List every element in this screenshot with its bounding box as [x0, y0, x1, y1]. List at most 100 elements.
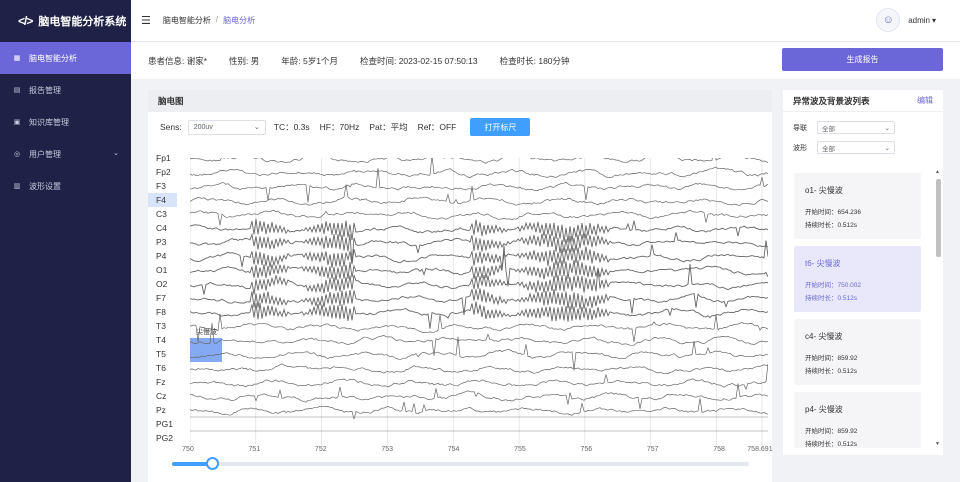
- x-tick-label: 754: [447, 446, 460, 453]
- channel-label[interactable]: P3: [148, 235, 188, 249]
- exam-time: 检查时间: 2023-02-15 07:50:13: [359, 55, 478, 66]
- abnormal-wave-card[interactable]: o1- 尖慢波 开始时间：654.236 持续时长：0.512s: [794, 173, 921, 239]
- user-menu[interactable]: ☺ admin ▾: [876, 8, 936, 32]
- breadcrumb-item-home[interactable]: 脑电智能分析: [163, 15, 211, 26]
- lead-filter: 导联 全部 ⌄: [793, 121, 895, 134]
- app-logo[interactable]: </> 脑电智能分析系统: [0, 0, 131, 42]
- card-duration: 持续时长：0.512s: [805, 222, 858, 229]
- open-ruler-button[interactable]: 打开标尺: [470, 118, 531, 136]
- channel-label[interactable]: Fz: [148, 375, 188, 389]
- scroll-up-icon[interactable]: ▲: [935, 169, 940, 175]
- channel-label[interactable]: Pz: [148, 403, 188, 417]
- time-slider-thumb[interactable]: [206, 457, 220, 470]
- avatar[interactable]: ☺: [876, 8, 901, 32]
- menu-fold-icon[interactable]: ☰: [141, 14, 151, 27]
- top-bar: ☰ 脑电智能分析 / 脑电分析 ☺ admin ▾: [131, 0, 960, 42]
- card-duration: 持续时长：0.512s: [805, 368, 858, 375]
- channel-label[interactable]: Fp2: [148, 165, 188, 179]
- x-tick-label: 758.691: [747, 446, 773, 453]
- eeg-waveform-plot[interactable]: 尖慢波: [190, 158, 768, 445]
- patient-gender: 性别: 男: [229, 55, 260, 66]
- sidebar-item-3[interactable]: ◎ 用户管理 ⌄: [0, 138, 131, 170]
- channel-label[interactable]: Cz: [148, 389, 188, 403]
- edit-link[interactable]: 编辑: [917, 95, 933, 106]
- card-title: p4- 尖慢波: [805, 405, 843, 414]
- eeg-panel: 脑电图 Sens: 200uv ⌄ TC：0.3s HF：70Hz Pat：平均…: [148, 90, 773, 482]
- generate-report-button[interactable]: 生成报告: [782, 48, 943, 71]
- channel-label[interactable]: P4: [148, 249, 188, 263]
- sidebar-item-4[interactable]: ▥ 波形设置: [0, 170, 131, 202]
- channel-label[interactable]: C4: [148, 221, 188, 235]
- x-tick-label: 755: [514, 446, 526, 453]
- eeg-controls: Sens: 200uv ⌄ TC：0.3s HF：70Hz Pat：平均 Ref…: [160, 118, 531, 136]
- wave-select[interactable]: 全部 ⌄: [817, 141, 895, 154]
- card-duration: 持续时长：0.512s: [805, 441, 858, 448]
- chevron-down-icon: ⌄: [113, 150, 119, 157]
- x-tick-label: 758: [713, 446, 725, 453]
- report-icon: ▤: [13, 87, 21, 94]
- abnormal-wave-card[interactable]: p4- 尖慢波 开始时间：859.92 持续时长：0.512s: [794, 392, 921, 448]
- x-tick-label: 753: [381, 446, 393, 453]
- scroll-thumb[interactable]: [936, 179, 941, 257]
- card-title: c4- 尖慢波: [805, 332, 843, 341]
- channel-label[interactable]: T6: [148, 361, 188, 375]
- user-icon: ◎: [13, 151, 21, 158]
- eeg-trace: [190, 383, 768, 409]
- username[interactable]: admin: [908, 16, 930, 25]
- lead-label: 导联: [793, 124, 807, 132]
- channel-label[interactable]: O1: [148, 263, 188, 277]
- abnormal-wave-card[interactable]: t6- 尖慢波 开始时间：750.002 持续时长：0.512s: [794, 246, 921, 312]
- channel-label[interactable]: F7: [148, 291, 188, 305]
- tc-value: TC：0.3s: [273, 122, 310, 132]
- time-slider[interactable]: [172, 457, 749, 470]
- lead-select[interactable]: 全部 ⌄: [817, 121, 895, 134]
- patient-info-bar: 患者信息: 谢家* 性别: 男 年龄: 5岁1个月 检查时间: 2023-02-…: [131, 42, 960, 79]
- chevron-down-icon: ⌄: [884, 144, 890, 152]
- ref-value: Ref：OFF: [417, 122, 457, 132]
- sidebar-item-2[interactable]: ▣ 知识库管理: [0, 106, 131, 138]
- eeg-trace: [190, 313, 768, 343]
- scroll-down-icon[interactable]: ▼: [935, 441, 940, 447]
- card-duration: 持续时长：0.512s: [805, 295, 858, 302]
- chevron-down-icon: ⌄: [253, 124, 260, 131]
- eeg-trace: [190, 301, 768, 329]
- channel-label[interactable]: T4: [148, 333, 188, 347]
- eeg-trace: [190, 218, 768, 243]
- channel-label[interactable]: F4: [148, 193, 177, 207]
- channel-label[interactable]: Fp1: [148, 151, 188, 165]
- channel-label[interactable]: O2: [148, 277, 188, 291]
- abnormal-wave-panel: 异常波及背景波列表 编辑 导联 全部 ⌄ 波形 全部 ⌄ o1- 尖慢波 开始时间…: [783, 90, 943, 455]
- user-caret-icon[interactable]: ▾: [932, 16, 936, 25]
- breadcrumb-separator: /: [215, 15, 219, 24]
- x-tick-label: 751: [248, 446, 261, 453]
- eeg-trace: [190, 158, 768, 164]
- breadcrumb: 脑电智能分析 / 脑电分析: [163, 15, 255, 26]
- sidebar-item-label: 用户管理: [29, 149, 61, 159]
- wave-settings-icon: ▥: [13, 183, 21, 190]
- grid-icon: ▦: [13, 55, 21, 62]
- abnormal-wave-list: o1- 尖慢波 开始时间：654.236 持续时长：0.512s t6- 尖慢波 开始时…: [794, 173, 922, 448]
- channel-label[interactable]: C3: [148, 207, 188, 221]
- eeg-trace: [190, 336, 768, 371]
- list-scrollbar[interactable]: ▲ ▼: [935, 169, 942, 448]
- book-icon: ▣: [13, 119, 21, 126]
- wave-label: 波形: [793, 144, 807, 152]
- x-tick-label: 750: [182, 446, 194, 453]
- channel-label[interactable]: F8: [148, 305, 188, 319]
- eeg-panel-title: 脑电图: [148, 90, 772, 112]
- sidebar-item-1[interactable]: ▤ 报告管理: [0, 74, 131, 106]
- abnormal-wave-title: 异常波及背景波列表: [793, 95, 870, 106]
- wave-value: 全部: [822, 145, 835, 153]
- channel-label[interactable]: F3: [148, 179, 188, 193]
- sidebar-item-0[interactable]: ▦ 脑电智能分析: [0, 42, 131, 74]
- sens-select[interactable]: 200uv ⌄: [187, 119, 266, 135]
- channel-label[interactable]: PG2: [148, 431, 188, 445]
- channel-label[interactable]: T3: [148, 319, 188, 333]
- channel-label[interactable]: PG1: [148, 417, 188, 431]
- sens-label: Sens:: [160, 122, 182, 132]
- time-axis: 750 751 752 753 754 755 756 757 758 758.691: [182, 445, 772, 459]
- pat-value: Pat：平均: [369, 122, 408, 132]
- patient-age: 年龄: 5岁1个月: [281, 55, 338, 66]
- abnormal-wave-card[interactable]: c4- 尖慢波 开始时间：859.92 持续时长：0.512s: [794, 319, 921, 385]
- channel-label[interactable]: T5: [148, 347, 188, 361]
